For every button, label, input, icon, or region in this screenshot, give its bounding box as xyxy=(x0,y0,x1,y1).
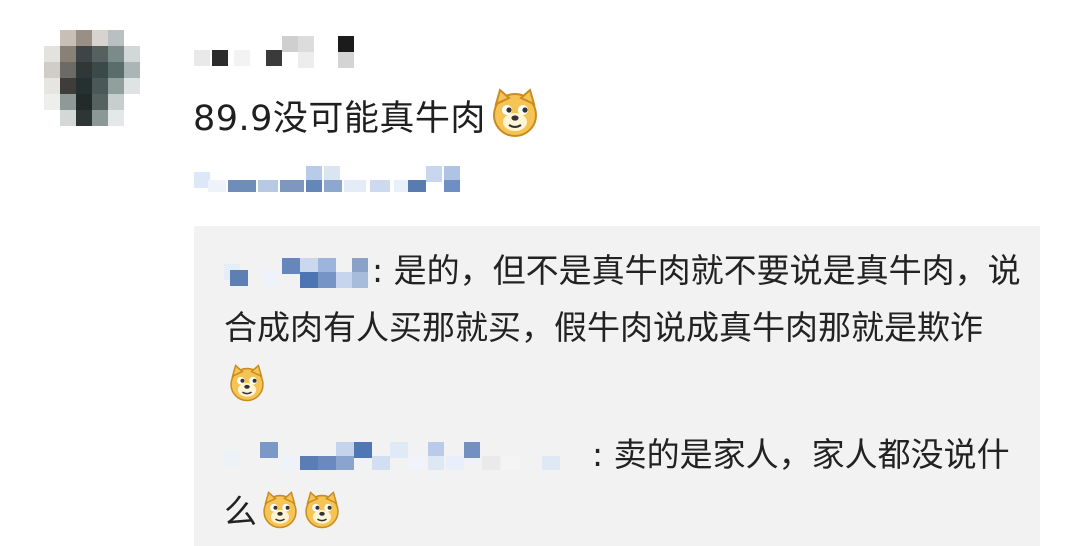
comment-body: 89.9没可能真牛肉 xyxy=(193,99,486,139)
reply-username-blurred[interactable] xyxy=(224,440,592,470)
doge-icon xyxy=(228,362,266,402)
doge-icon xyxy=(490,88,540,138)
comment-meta-blurred xyxy=(194,160,474,194)
reply-item[interactable]: : 是的，但不是真牛肉就不要说是真牛肉，说合成肉有人买那就买，假牛肉说成真牛肉那… xyxy=(224,242,1024,413)
doge-icon xyxy=(303,489,341,529)
doge-icon xyxy=(261,489,299,529)
reply-thread[interactable]: : 是的，但不是真牛肉就不要说是真牛肉，说合成肉有人买那就买，假牛肉说成真牛肉那… xyxy=(194,226,1040,546)
reply-username-blurred[interactable] xyxy=(224,256,372,288)
avatar[interactable] xyxy=(44,30,156,142)
username-blurred[interactable] xyxy=(194,36,364,72)
reply-item[interactable]: : 卖的是家人，家人都没说什么 xyxy=(224,426,1024,540)
comment-text: 89.9没可能真牛肉 xyxy=(193,88,540,145)
